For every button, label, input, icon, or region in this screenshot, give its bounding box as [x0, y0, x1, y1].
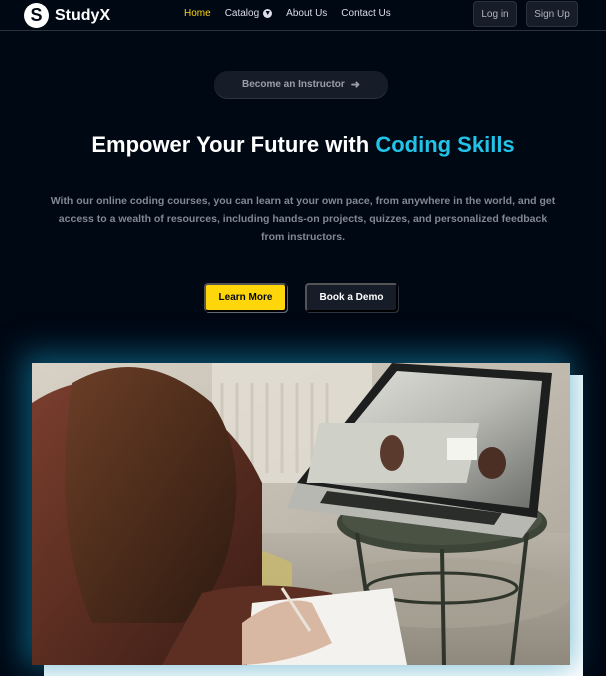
become-instructor-label: Become an Instructor	[241, 79, 345, 90]
nav-link-catalog-label: Catalog	[224, 8, 260, 19]
become-instructor-button[interactable]: Become an Instructor ➜	[214, 71, 388, 98]
nav-links: Home Catalog ▼ About Us Contact Us	[184, 8, 405, 19]
hero-title: Empower Your Future with Coding Skills	[0, 132, 606, 158]
logo-text: StudyX	[55, 6, 111, 24]
arrow-right-icon: ➜	[350, 79, 361, 91]
logo[interactable]: S StudyX	[24, 3, 110, 28]
nav-link-about[interactable]: About Us	[286, 8, 327, 19]
logo-s-icon: S	[24, 3, 49, 28]
chevron-down-icon: ▼	[263, 9, 273, 18]
hero-title-highlight: Coding Skills	[375, 132, 515, 157]
hero-description: With our online coding courses, you can …	[50, 195, 556, 243]
hero-video-image	[32, 363, 570, 665]
signup-button[interactable]: Sign Up	[526, 1, 578, 27]
nav-link-contact[interactable]: Contact Us	[341, 8, 390, 19]
learn-more-button[interactable]: Learn More	[204, 283, 287, 312]
hero-title-plain: Empower Your Future with	[91, 132, 376, 157]
nav-link-catalog[interactable]: Catalog ▼	[224, 8, 273, 19]
navbar: S StudyX Home Catalog ▼ About Us Contact…	[0, 0, 606, 31]
nav-link-home[interactable]: Home	[184, 8, 211, 19]
book-demo-button[interactable]: Book a Demo	[305, 283, 398, 312]
hero-video[interactable]	[32, 363, 570, 665]
login-button[interactable]: Log in	[473, 1, 517, 27]
